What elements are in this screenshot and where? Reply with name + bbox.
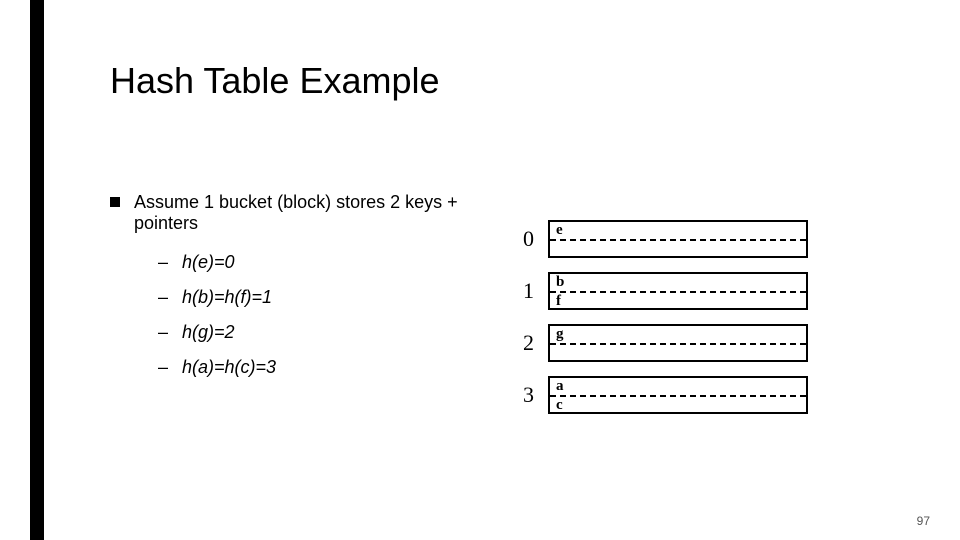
bucket-slot: a (550, 378, 806, 395)
bucket-index: 0 (500, 226, 534, 252)
dash-icon: – (158, 322, 170, 343)
bullet-text: Assume 1 bucket (block) stores 2 keys + … (134, 192, 500, 234)
bullet-level1: Assume 1 bucket (block) stores 2 keys + … (110, 192, 500, 234)
bucket-box: b f (548, 272, 808, 310)
sub-bullet-text: h(g)=2 (182, 322, 235, 343)
bucket-index: 3 (500, 382, 534, 408)
bucket-row: 3 a c (500, 376, 900, 414)
bucket-row: 2 g (500, 324, 900, 362)
sub-bullet-text: h(b)=h(f)=1 (182, 287, 272, 308)
bucket-row: 1 b f (500, 272, 900, 310)
hash-table-diagram: 0 e 1 b f 2 g (500, 220, 900, 428)
bucket-slot: c (550, 397, 806, 414)
body-row: Assume 1 bucket (block) stores 2 keys + … (110, 192, 900, 428)
bucket-box: g (548, 324, 808, 362)
bucket-slot: e (550, 222, 806, 239)
bucket-index: 1 (500, 278, 534, 304)
slide-content: Hash Table Example Assume 1 bucket (bloc… (110, 60, 900, 520)
sub-bullet: – h(e)=0 (158, 252, 500, 273)
bucket-slot (550, 241, 806, 256)
bucket-index: 2 (500, 330, 534, 356)
page-number: 97 (917, 514, 930, 528)
sub-bullet-text: h(e)=0 (182, 252, 235, 273)
sub-bullet: – h(g)=2 (158, 322, 500, 343)
bucket-slot: g (550, 326, 806, 343)
bucket-box: e (548, 220, 808, 258)
dash-icon: – (158, 287, 170, 308)
sub-bullet: – h(b)=h(f)=1 (158, 287, 500, 308)
bucket-slot (550, 345, 806, 360)
bucket-box: a c (548, 376, 808, 414)
slide-title: Hash Table Example (110, 60, 900, 102)
bucket-slot: f (550, 293, 806, 310)
accent-bar (30, 0, 44, 540)
dash-icon: – (158, 252, 170, 273)
sub-bullet-list: – h(e)=0 – h(b)=h(f)=1 – h(g)=2 – h(a)=h… (158, 252, 500, 378)
bullet-column: Assume 1 bucket (block) stores 2 keys + … (110, 192, 500, 392)
bucket-row: 0 e (500, 220, 900, 258)
dash-icon: – (158, 357, 170, 378)
square-bullet-icon (110, 197, 120, 207)
sub-bullet: – h(a)=h(c)=3 (158, 357, 500, 378)
bucket-slot: b (550, 274, 806, 291)
sub-bullet-text: h(a)=h(c)=3 (182, 357, 276, 378)
